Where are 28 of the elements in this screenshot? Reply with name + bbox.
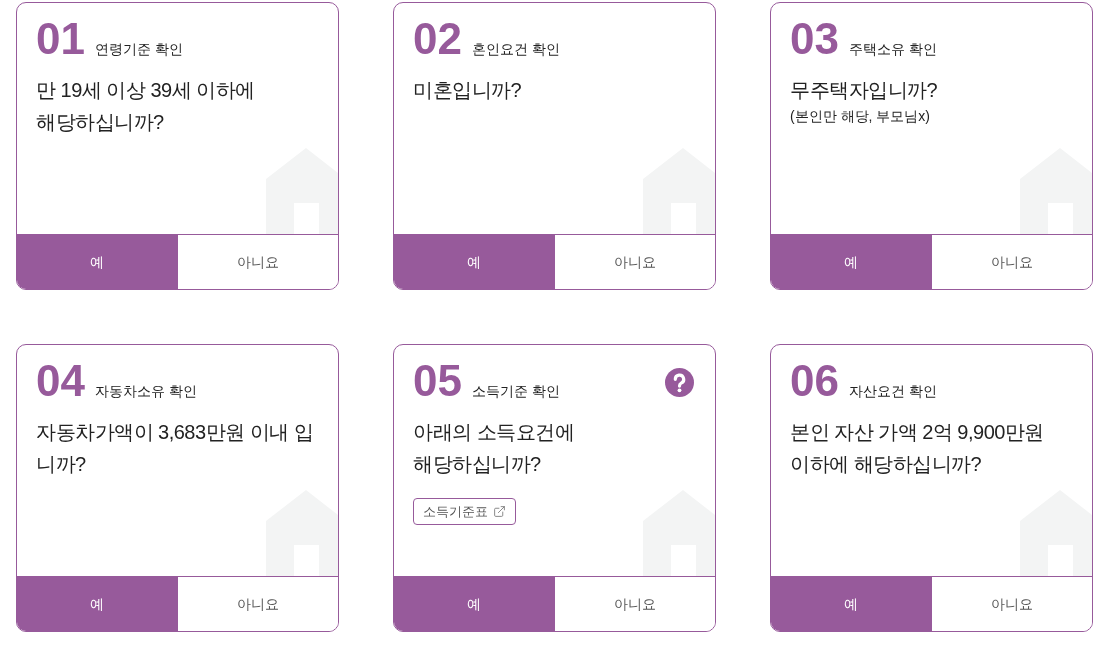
step-number: 03: [790, 17, 839, 61]
card-title: 혼인요건 확인: [471, 42, 560, 56]
question-text: 무주택자입니까?: [790, 78, 939, 103]
step-number: 05: [413, 359, 462, 403]
answer-button[interactable]: 예: [771, 577, 932, 631]
card-title: 주택소유 확인: [848, 42, 937, 56]
question-text: 만 19세 이상 39세 이하에 해당하십니까?: [36, 78, 256, 135]
note-text: (본인만 해당, 부모님x): [790, 107, 931, 126]
card-title: 소득기준 확인: [471, 384, 560, 398]
question-text: 본인 자산 가액 2억 9,900만원 이하에 해당하십니까?: [790, 420, 1045, 477]
card-title: 자동차소유 확인: [94, 384, 197, 398]
answer-button[interactable]: 예: [771, 235, 932, 289]
card-title: 자산요건 확인: [848, 384, 937, 398]
income-table-link[interactable]: 소득기준표: [413, 498, 516, 525]
step-number: 02: [413, 17, 462, 61]
question-text: 미혼입니까?: [413, 78, 523, 103]
step-number: 06: [790, 359, 839, 403]
step-number: 04: [36, 359, 85, 403]
answer-button[interactable]: 예: [17, 577, 178, 631]
help-icon[interactable]: [665, 368, 694, 397]
external-link-icon: [493, 505, 506, 518]
answer-button[interactable]: 예: [394, 577, 555, 631]
step-number: 01: [36, 17, 85, 61]
answer-button[interactable]: 예: [17, 235, 178, 289]
card-title: 연령기준 확인: [94, 42, 183, 56]
question-text: 아래의 소득요건에 해당하십니까?: [413, 420, 576, 477]
answer-button[interactable]: 예: [394, 235, 555, 289]
question-text: 자동차가액이 3,683만원 이내 입 니까?: [36, 420, 315, 477]
